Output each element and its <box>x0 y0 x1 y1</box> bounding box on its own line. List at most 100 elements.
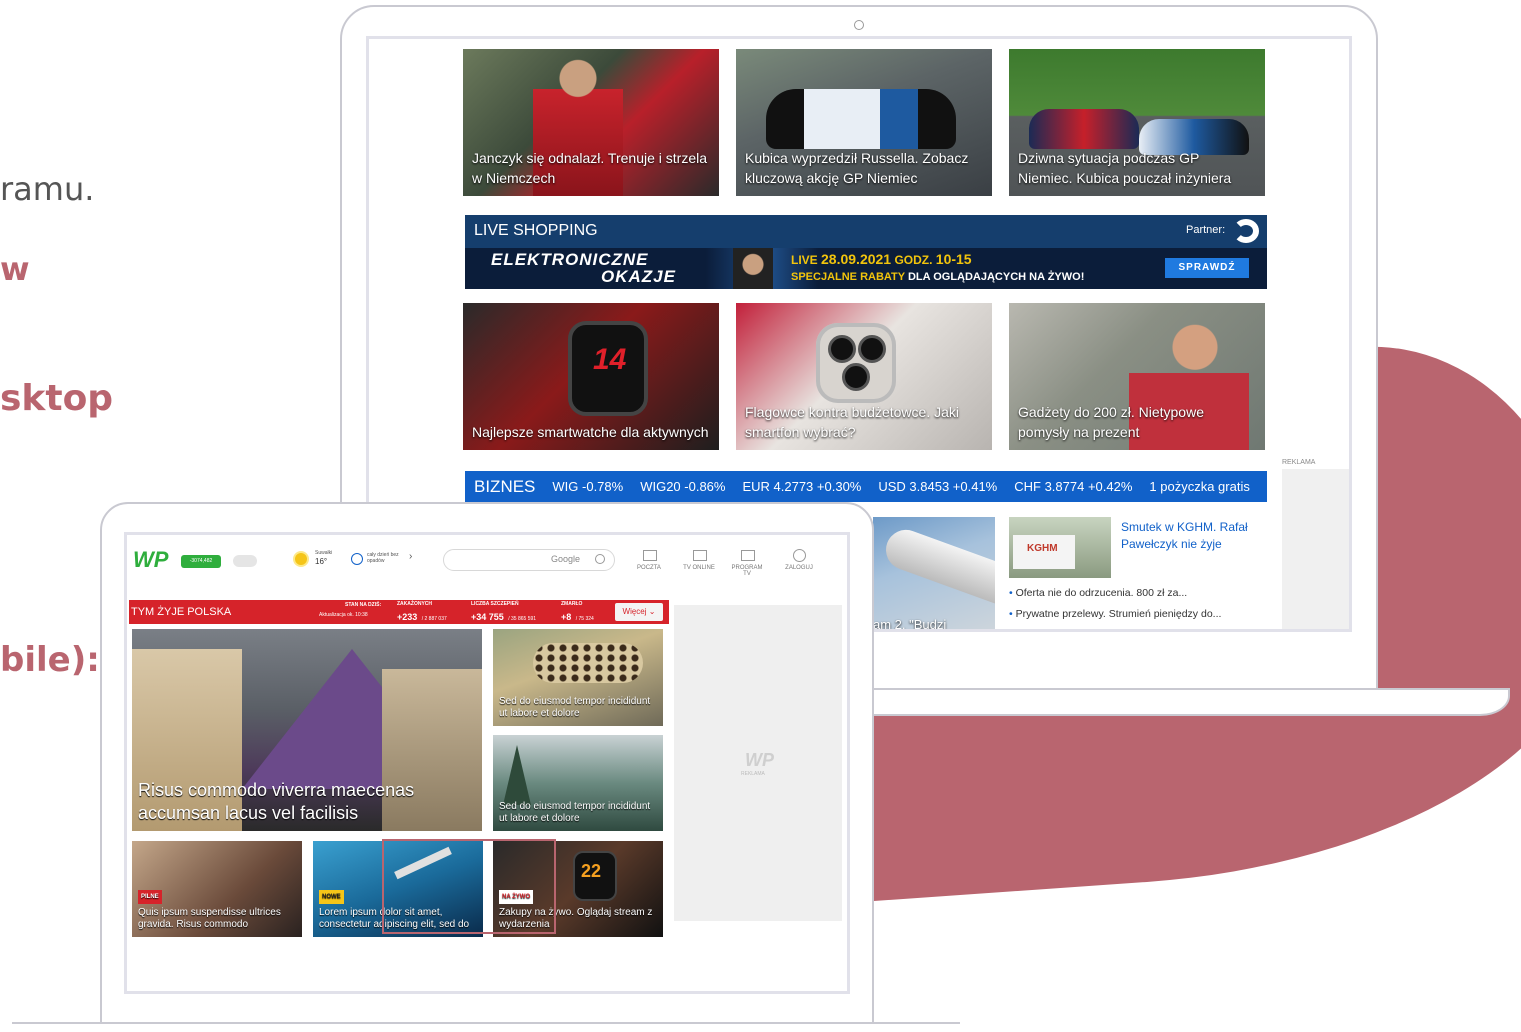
host-avatar <box>733 248 773 289</box>
live-date-line: LIVE 28.09.2021 GODZ. 10-15 <box>791 251 972 267</box>
pipe-caption: am 2. "Budzi <box>873 617 947 632</box>
news-bullet-text: Prywatne przelewy. Strumień pieniędzy do… <box>1015 608 1222 620</box>
mood-text: cały dzień bez opadów <box>367 552 399 564</box>
covid-col-head: ZAKAŻONYCH <box>397 601 432 607</box>
nav-tv-online[interactable]: TV ONLINE <box>679 565 719 571</box>
bottom-tile[interactable]: PILNE Quis ipsum suspendisse ultrices gr… <box>132 841 302 937</box>
news-card[interactable]: Gadżety do 200 zł. Nietypowe pomysły na … <box>1009 303 1265 450</box>
news-bullet[interactable]: • Prywatne przelewy. Strumień pieniędzy … <box>1009 608 1221 620</box>
biznes-label: BIZNES <box>474 476 536 496</box>
live-shopping-banner[interactable]: LIVE SHOPPING Partner: ELEKTRONICZNE OKA… <box>465 215 1267 289</box>
news-card[interactable]: 14 Najlepsze smartwatche dla aktywnych <box>463 303 719 450</box>
nav-program-tv[interactable]: PROGRAM TV <box>727 565 767 577</box>
tv-icon[interactable] <box>693 550 707 561</box>
news-headline[interactable]: Smutek w KGHM. Rafał Pawełczyk nie żyje <box>1121 519 1271 553</box>
forest-image <box>503 745 531 805</box>
watch-display: 14 <box>593 343 627 376</box>
biznes-ticker[interactable]: BIZNES WIG -0.78% WIG20 -0.86% EUR 4.277… <box>465 471 1267 502</box>
side-tile[interactable]: Sed do eiusmod tempor incididunt ut labo… <box>493 629 663 726</box>
weather-city: Suwałki <box>315 550 333 556</box>
ad-space <box>1282 469 1349 629</box>
news-card-caption: Dziwna sytuacja podczas GP Niemiec. Kubi… <box>1018 150 1232 186</box>
covid-title: TYM ŻYJE POLSKA <box>131 606 232 618</box>
ticker-item[interactable]: WIG20 -0.86% <box>640 479 725 494</box>
race-car-image <box>1029 109 1139 149</box>
news-bullet[interactable]: • Oferta nie do odrzucenia. 800 zł za... <box>1009 587 1187 599</box>
covid-col-value: +233 <box>397 612 418 622</box>
tv-program-icon[interactable] <box>741 550 755 561</box>
covid-col-infected: ZAKAŻONYCH +233 / 2 887 037 <box>397 601 447 625</box>
news-bullet-text: Oferta nie do odrzucenia. 800 zł za... <box>1015 587 1188 599</box>
covid-col-total: / 75 324 <box>575 616 594 622</box>
live-godz: GODZ. <box>894 253 933 267</box>
more-button[interactable]: Więcej ⌄ <box>615 603 663 621</box>
covid-col-value: +8 <box>561 612 572 622</box>
side-tile-caption: Sed do eiusmod tempor incididunt ut labo… <box>499 696 651 719</box>
mobile-laptop-base <box>12 1022 960 1032</box>
covid-updated: Aktualizacja ok. 10:38 <box>319 612 368 618</box>
nav-zaloguj[interactable]: ZALOGUJ <box>779 565 819 571</box>
ad-label: REKLAMA <box>1282 459 1316 466</box>
partner-logo-icon <box>1233 219 1259 243</box>
ticker-item[interactable]: 1 pożyczka gratis <box>1149 479 1249 494</box>
sun-icon <box>295 553 307 565</box>
hero-card[interactable]: Risus commodo viverra maecenas accumsan … <box>132 629 482 831</box>
news-card-caption: Kubica wyprzedził Russella. Zobacz klucz… <box>745 150 969 186</box>
kghm-logo: KGHM <box>1027 543 1058 554</box>
side-text-line3: sktop <box>0 378 114 419</box>
bottom-tile-caption: Quis ipsum suspendisse ultrices gravida.… <box>138 907 281 930</box>
covid-col-head: LICZBA SZCZEPIEŃ <box>471 601 519 607</box>
covid-col-vaccines: LICZBA SZCZEPIEŃ +34 755 / 35 865 591 <box>471 601 536 625</box>
side-tile-caption: Sed do eiusmod tempor incididunt ut labo… <box>499 801 651 824</box>
badge: -3074,482 <box>181 555 221 568</box>
ticker-item[interactable]: CHF 3.8774 +0.42% <box>1014 479 1132 494</box>
race-car-image <box>766 89 956 149</box>
tag-pilne: PILNE <box>138 890 162 904</box>
ticker-item[interactable]: USD 3.8453 +0.41% <box>878 479 997 494</box>
chevron-right-icon[interactable]: › <box>409 551 412 562</box>
search-brand: Google <box>551 554 581 564</box>
live-shopping-label: LIVE SHOPPING <box>474 222 598 239</box>
pipeline-news-card[interactable]: am 2. "Budzi <box>873 517 995 632</box>
covid-col-head: ZMARŁO <box>561 601 583 607</box>
camera-lens-icon <box>842 363 870 391</box>
covid-stan: STAN NA DZIŚ: <box>345 602 382 608</box>
news-card[interactable]: Flagowce kontra budżetowce. Jaki smartfo… <box>736 303 992 450</box>
promo-highlight: SPECJALNE RABATY <box>791 271 905 283</box>
sprawdz-button[interactable]: SPRAWDŹ <box>1165 258 1249 278</box>
live-hours: 10-15 <box>935 251 972 267</box>
camera-lens-icon <box>828 335 856 363</box>
ticker-item[interactable]: WIG -0.78% <box>552 479 623 494</box>
side-text-line4: bile): <box>0 640 100 680</box>
bottom-tile-content: PILNE Quis ipsum suspendisse ultrices gr… <box>138 890 296 931</box>
ticker-item[interactable]: EUR 4.2773 +0.30% <box>742 479 861 494</box>
news-card[interactable]: Kubica wyprzedził Russella. Zobacz klucz… <box>736 49 992 196</box>
search-input[interactable] <box>443 549 615 571</box>
nav-poczta[interactable]: POCZTA <box>629 565 669 571</box>
covid-col-value: +34 755 <box>471 612 504 622</box>
partner-label: Partner: <box>1186 224 1226 236</box>
electronic-title-2: OKAZJE <box>601 267 676 286</box>
news-card-caption: Janczyk się odnalazł. Trenuje i strzela … <box>472 150 707 186</box>
watch-display: 22 <box>581 861 602 881</box>
wp-logo[interactable]: WP <box>133 547 168 573</box>
mail-icon[interactable] <box>643 550 657 561</box>
news-card-caption: Najlepsze smartwatche dla aktywnych <box>472 424 709 440</box>
covid-col-total: / 2 887 037 <box>421 616 447 622</box>
kghm-thumbnail[interactable]: KGHM <box>1009 517 1111 578</box>
pipe-image <box>880 524 995 610</box>
live-date: 28.09.2021 <box>821 251 892 267</box>
leopard-image <box>533 643 643 683</box>
user-icon[interactable] <box>793 549 806 562</box>
side-tile[interactable]: Sed do eiusmod tempor incididunt ut labo… <box>493 735 663 831</box>
toggle-switch[interactable] <box>233 555 257 567</box>
promo-rest: DLA OGLĄDAJĄCYCH NA ŻYWO! <box>907 271 1085 283</box>
news-card-caption: Gadżety do 200 zł. Nietypowe pomysły na … <box>1018 404 1204 440</box>
search-icon[interactable] <box>595 554 605 564</box>
ad-logo: WP <box>745 750 774 770</box>
covid-col-total: / 35 865 591 <box>508 616 537 622</box>
news-card[interactable]: Dziwna sytuacja podczas GP Niemiec. Kubi… <box>1009 49 1265 196</box>
live-prefix: LIVE <box>791 253 818 267</box>
promo-line: SPECJALNE RABATY DLA OGLĄDAJĄCYCH NA ŻYW… <box>791 271 1084 283</box>
news-card[interactable]: Janczyk się odnalazł. Trenuje i strzela … <box>463 49 719 196</box>
